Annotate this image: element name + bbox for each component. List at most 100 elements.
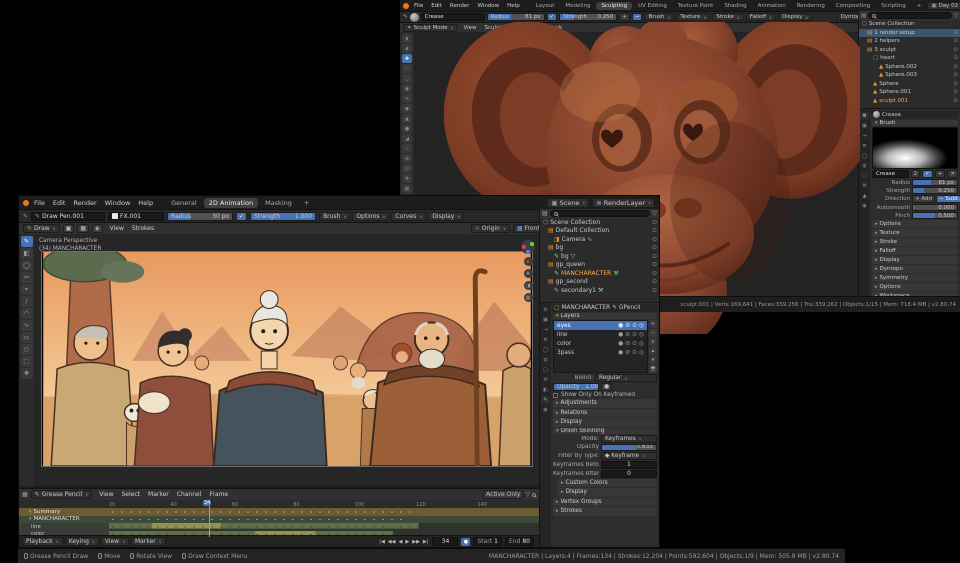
layers-section-header[interactable]: ▾Layers xyxy=(553,313,657,319)
subtract-direction-button[interactable]: − xyxy=(632,13,643,21)
workspace-tab[interactable]: General xyxy=(166,198,202,208)
outliner-item[interactable]: ▤ bg ⊙ xyxy=(540,244,659,253)
keyframes-after-field[interactable]: 0 xyxy=(601,470,657,478)
active-only-toggle[interactable]: Active Only xyxy=(483,490,523,499)
menu-item[interactable]: Window xyxy=(101,199,135,207)
onion-icon[interactable]: ◎ xyxy=(639,341,644,347)
properties-tab[interactable]: ⚙ xyxy=(860,112,869,120)
draw-tool-button[interactable]: ◧ xyxy=(21,248,33,259)
outliner-item[interactable]: ▤ 1 render setup ⊙ xyxy=(859,29,960,38)
keyframes-before-field[interactable]: 1 xyxy=(601,461,657,469)
workspace-tab[interactable]: + xyxy=(912,2,927,10)
workspace-tab[interactable]: UV Editing xyxy=(633,2,672,10)
draw-tool-button[interactable]: ∕ xyxy=(21,296,33,307)
scene-selector[interactable]: ▣Day 02 - Delight xyxy=(927,2,960,10)
properties-tab[interactable]: ⇥ xyxy=(860,132,869,140)
panel-section-header[interactable]: ▸Display xyxy=(558,488,657,497)
properties-tab[interactable]: ⇥ xyxy=(541,326,550,334)
onion-filter-selector[interactable]: ◆ Keyframe xyxy=(601,452,657,460)
transport-button[interactable]: ▶ xyxy=(404,539,410,545)
menu-item[interactable]: Marker xyxy=(144,491,173,498)
panel-section-header[interactable]: ▸Options xyxy=(872,220,958,228)
transport-button[interactable]: ◀ xyxy=(398,539,404,545)
sculpt-brush-button[interactable]: ▲ xyxy=(402,114,412,123)
panel-section-header[interactable]: ▸Options xyxy=(872,283,958,291)
properties-tab[interactable]: ◧ xyxy=(541,386,550,394)
lock-icon[interactable]: ⊘ xyxy=(625,341,630,347)
outliner-item[interactable]: ▤ 2 helpers ⊙ xyxy=(859,37,960,46)
panel-section-header[interactable]: ▸Stroke xyxy=(872,238,958,246)
user-count-badge[interactable]: 2 xyxy=(911,170,921,178)
menu-item[interactable]: Hide/Mask xyxy=(530,25,567,31)
draw-tool-button[interactable]: ✂ xyxy=(21,272,33,283)
brush-field[interactable]: ✎Draw Pen.001 xyxy=(31,212,105,221)
panel-section-header[interactable]: ▸Relations xyxy=(553,409,657,418)
mask-icon[interactable]: ● xyxy=(618,341,623,347)
menu-item[interactable]: Window xyxy=(473,3,503,9)
outliner-item[interactable]: ▤ Default Collection ⊙ xyxy=(540,227,659,236)
menu-item[interactable]: File xyxy=(410,3,427,9)
origin-toggle-icon[interactable]: ▣ xyxy=(63,224,75,233)
menu-item[interactable]: Select xyxy=(118,491,145,498)
properties-tab[interactable]: ▣ xyxy=(541,316,550,324)
mode-selector[interactable]: ✦Sculpt Mode xyxy=(403,24,457,32)
menu-item[interactable]: Edit xyxy=(427,3,446,9)
panel-section-header[interactable]: ▸Display xyxy=(872,256,958,264)
zoom-gizmo-icon[interactable]: + xyxy=(524,257,533,266)
blender-logo-icon[interactable] xyxy=(23,200,29,206)
visibility-eye-icon[interactable]: ⊙ xyxy=(652,219,657,226)
radius-slider[interactable]: Radius81 px xyxy=(487,13,545,21)
outliner-search-input[interactable] xyxy=(868,12,952,19)
visibility-eye-icon[interactable]: ⊙ xyxy=(953,55,958,61)
properties-tab[interactable]: ≣ xyxy=(541,336,550,344)
editor-type-icon[interactable]: ✎ xyxy=(23,213,28,220)
gp-layer-row[interactable]: 3pass ●⊘⊙◎ xyxy=(554,348,647,357)
filter-icon[interactable]: ▽ xyxy=(652,210,657,217)
menu-item[interactable]: Edit xyxy=(49,199,70,207)
draw-tool-button[interactable]: ▭ xyxy=(21,332,33,343)
value-slider[interactable]: 0.500 xyxy=(912,212,958,219)
drawing-viewport[interactable]: ✎◧◯✂⌖∕◠∿▭○⬚✥ Camera Perspective (34) MAN… xyxy=(19,234,539,486)
draw-tool-button[interactable]: ◠ xyxy=(21,308,33,319)
workspace-tab[interactable]: Compositing xyxy=(831,2,875,10)
brush-preview-icon[interactable] xyxy=(410,13,419,22)
sculpt-brush-button[interactable]: ◆ xyxy=(402,104,412,113)
outliner-item[interactable]: ✎ secondary1 ⚒ ⊙ xyxy=(540,286,659,295)
sculpt-brush-button[interactable]: ▦ xyxy=(402,184,412,193)
radius-pressure-toggle[interactable]: ✓ xyxy=(547,13,558,21)
strength-slider[interactable]: Strength1.000 xyxy=(250,212,316,221)
brush-texture-preview[interactable] xyxy=(872,127,958,169)
new-brush-button[interactable]: + xyxy=(935,170,946,178)
lock-icon[interactable]: ⊘ xyxy=(625,332,630,338)
channel-row[interactable]: ▾MANCHARACTER xyxy=(19,516,539,524)
radius-pressure-toggle[interactable]: ✓ xyxy=(236,212,247,221)
radius-slider[interactable]: Radius30 px xyxy=(167,212,233,221)
workspace-tab[interactable]: Masking xyxy=(260,198,297,208)
hide-icon[interactable]: ⊙ xyxy=(632,341,637,347)
outliner-item[interactable]: ✎ MANCHARACTER ⚒ ⊙ xyxy=(540,269,659,278)
auto-keyframe-toggle[interactable]: ● xyxy=(461,538,470,546)
properties-tab[interactable]: ◉ xyxy=(860,202,869,210)
workspace-tab[interactable]: Scripting xyxy=(876,2,910,10)
layer-list-button[interactable]: + xyxy=(649,320,657,328)
menu-item[interactable]: View xyxy=(95,491,117,498)
transport-button[interactable]: |◀ xyxy=(378,539,386,545)
panel-section-header[interactable]: ▸Vertex Groups xyxy=(553,498,657,507)
channel-row[interactable]: ▾Summary xyxy=(19,508,539,516)
visibility-eye-icon[interactable]: ⊙ xyxy=(953,72,958,78)
workspace-tab[interactable]: Shading xyxy=(719,2,751,10)
visibility-eye-icon[interactable]: ⊙ xyxy=(953,30,958,36)
scene-selector[interactable]: ▣Scene xyxy=(547,198,589,208)
layer-list-button[interactable]: ⬒ xyxy=(649,365,657,373)
workspace-tab[interactable]: + xyxy=(299,198,314,208)
outliner-item[interactable]: ◨ Camera ∿ ⊙ xyxy=(540,235,659,244)
menu-item[interactable]: Frame xyxy=(205,491,232,498)
dopesheet-mode-selector[interactable]: ✎Grease Pencil xyxy=(31,490,93,499)
visibility-eye-icon[interactable]: ⊙ xyxy=(652,244,657,251)
visibility-eye-icon[interactable]: ⊙ xyxy=(652,261,657,268)
playback-menu[interactable]: View xyxy=(101,537,129,546)
sculpt-brush-button[interactable]: ≋ xyxy=(402,94,412,103)
onion-icon[interactable]: ◎ xyxy=(639,332,644,338)
visibility-eye-icon[interactable]: ⊙ xyxy=(652,253,657,260)
workspace-tab[interactable]: Texture Paint xyxy=(673,2,719,10)
